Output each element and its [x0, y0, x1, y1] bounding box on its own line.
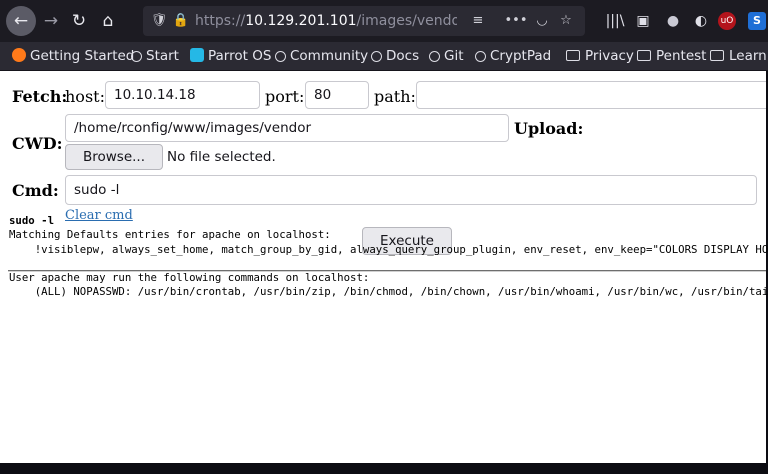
output-line: Matching Defaults entries for apache on …: [9, 228, 331, 242]
cmd-label: Cmd:: [12, 181, 59, 200]
account-icon[interactable]: ●: [662, 10, 684, 32]
home-icon: ⌂: [102, 11, 114, 31]
insecure-lock-icon[interactable]: 🔒: [171, 6, 191, 36]
globe-icon: [371, 51, 382, 62]
home-button[interactable]: ⌂: [93, 6, 123, 36]
bookmark-star-icon[interactable]: ☆: [555, 6, 577, 36]
output-line: !visiblepw, always_set_home, match_group…: [9, 242, 768, 256]
page-actions-icon[interactable]: •••: [503, 6, 529, 36]
bookmark-getting-started[interactable]: Getting Started: [12, 42, 134, 70]
fetch-label: Fetch:: [12, 87, 68, 106]
globe-icon: [275, 51, 286, 62]
reader-view-icon[interactable]: ≡: [467, 6, 489, 36]
address-bar[interactable]: 🛡 🔒 https://10.129.201.101/images/vendor…: [143, 6, 585, 36]
output-line: User apache may run the following comman…: [9, 271, 370, 285]
back-arrow-icon: ←: [13, 11, 29, 31]
extension-icon[interactable]: ◐: [690, 10, 712, 32]
reload-icon: ↻: [71, 11, 87, 31]
sidebar-icon[interactable]: ▣: [632, 10, 654, 32]
browse-button[interactable]: Browse...: [65, 144, 163, 170]
reload-button[interactable]: ↻: [64, 6, 94, 36]
bookmarks-toolbar: Getting Started Start Parrot OS Communit…: [0, 42, 768, 71]
url-text[interactable]: https://10.129.201.101/images/vendor/con…: [195, 6, 457, 36]
globe-icon: [429, 51, 440, 62]
bookmark-docs[interactable]: Docs: [371, 42, 419, 70]
host-label: host:: [65, 87, 105, 106]
bookmark-folder-pentest[interactable]: Pentest: [637, 42, 706, 70]
folder-icon: [637, 50, 651, 61]
window-bottom-frame: [0, 463, 768, 474]
host-input[interactable]: 10.10.14.18: [105, 81, 260, 109]
path-input[interactable]: [416, 81, 766, 109]
back-button[interactable]: ←: [6, 6, 36, 36]
cwd-label: CWD:: [12, 134, 63, 153]
parrot-icon: [190, 48, 204, 62]
globe-icon: [475, 51, 486, 62]
output-line: (ALL) NOPASSWD: /usr/bin/crontab, /usr/b…: [9, 285, 768, 299]
library-icon[interactable]: |||\: [604, 10, 626, 32]
ublock-origin-icon[interactable]: uO: [718, 12, 736, 30]
port-input[interactable]: 80: [305, 81, 369, 109]
bookmark-folder-privacy[interactable]: Privacy: [566, 42, 634, 70]
bookmark-community[interactable]: Community: [275, 42, 368, 70]
command-output: sudo -l Matching Defaults entries for apa…: [9, 214, 768, 300]
bookmark-cryptpad[interactable]: CryptPad: [475, 42, 551, 70]
browser-toolbar: ← → ↻ ⌂ 🛡 🔒 https://10.129.201.101/image…: [0, 0, 768, 42]
cwd-input[interactable]: /home/rconfig/www/images/vendor: [65, 114, 509, 142]
bookmark-start[interactable]: Start: [131, 42, 179, 70]
folder-icon: [566, 50, 580, 61]
globe-icon: [131, 51, 142, 62]
output-command: sudo -l: [9, 214, 55, 227]
pocket-icon[interactable]: ◡: [531, 6, 553, 36]
bookmark-parrot-os[interactable]: Parrot OS: [190, 42, 271, 70]
firefox-icon: [12, 48, 26, 62]
bookmark-git[interactable]: Git: [429, 42, 464, 70]
upload-label: Upload:: [514, 119, 584, 138]
folder-icon: [710, 50, 724, 61]
port-label: port:: [265, 87, 305, 106]
cmd-input[interactable]: sudo -l: [65, 175, 757, 205]
bookmark-folder-learn[interactable]: Learn: [710, 42, 767, 70]
extension-s-icon[interactable]: S: [748, 12, 766, 30]
file-status: No file selected.: [167, 149, 276, 165]
forward-button[interactable]: →: [36, 6, 66, 36]
browser-window: ← → ↻ ⌂ 🛡 🔒 https://10.129.201.101/image…: [0, 0, 768, 474]
tracking-shield-icon[interactable]: 🛡: [149, 6, 169, 36]
forward-arrow-icon: →: [43, 11, 59, 31]
path-label: path:: [374, 87, 416, 106]
